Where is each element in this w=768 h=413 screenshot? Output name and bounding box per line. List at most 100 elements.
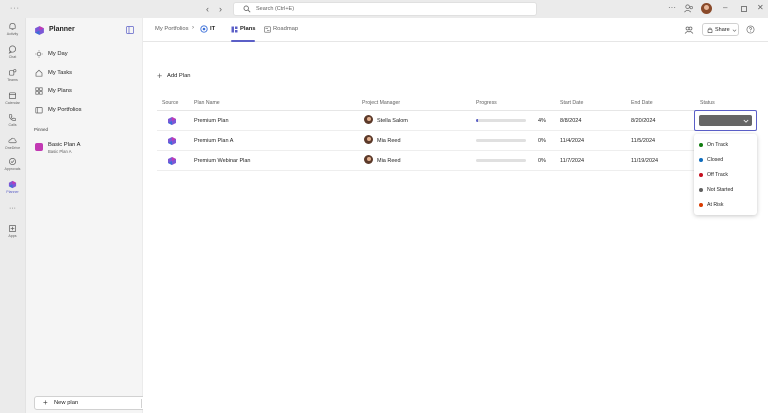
- plan-name[interactable]: Premium Plan: [194, 118, 229, 124]
- planner-logo-icon: [35, 26, 44, 35]
- progress-fill: [476, 119, 478, 122]
- status-option-at-risk[interactable]: At Risk: [694, 198, 757, 212]
- new-plan-label: New plan: [54, 400, 79, 406]
- progress-bar: [476, 139, 526, 142]
- rail-label: Apps: [8, 234, 17, 238]
- end-date: 11/19/2024: [631, 158, 659, 164]
- planner-source-icon: [168, 157, 176, 165]
- sidebar-item-my-tasks[interactable]: My Tasks: [34, 66, 138, 80]
- avatar: [364, 155, 373, 164]
- search-icon: [243, 5, 251, 13]
- sidebar-item-my-plans[interactable]: My Plans: [34, 84, 138, 98]
- help-icon[interactable]: [746, 25, 755, 34]
- tab-roadmap[interactable]: Roadmap: [264, 25, 300, 42]
- sun-icon: [35, 50, 43, 58]
- breadcrumb-my-portfolios[interactable]: My Portfolios: [155, 26, 189, 32]
- rail-item-calendar[interactable]: Calendar: [0, 91, 25, 105]
- rail-label: Chat: [8, 55, 17, 59]
- chevron-down-icon: [743, 119, 749, 123]
- back-icon[interactable]: ‹: [206, 4, 209, 14]
- start-date: 11/4/2024: [560, 138, 585, 144]
- status-dot: [699, 188, 703, 192]
- more-icon: ···: [9, 205, 16, 212]
- roadmap-icon: [264, 26, 271, 33]
- people-icon[interactable]: [684, 4, 693, 13]
- share-button[interactable]: Share: [702, 23, 739, 36]
- rail-item-planner[interactable]: Planner: [0, 180, 25, 194]
- status-option-off-track[interactable]: Off Track: [694, 168, 757, 182]
- more-options-icon[interactable]: ···: [668, 3, 676, 12]
- table-row[interactable]: Premium Webinar Plan Mia Reed 0% 11/7/20…: [157, 151, 757, 171]
- rail-item-teams[interactable]: Teams: [0, 68, 25, 82]
- status-selected-value[interactable]: [699, 115, 752, 126]
- rail-label: Calendar: [5, 101, 20, 105]
- table-row[interactable]: Premium Plan A Mia Reed 0% 11/4/2024 11/…: [157, 131, 757, 151]
- search-placeholder: Search (Ctrl+E): [256, 6, 295, 12]
- new-plan-button[interactable]: + New plan: [34, 396, 154, 410]
- plan-name[interactable]: Premium Webinar Plan: [194, 158, 250, 164]
- rail-item-apps[interactable]: Apps: [0, 224, 25, 238]
- status-select[interactable]: [694, 110, 757, 131]
- apps-icon: [8, 224, 17, 233]
- end-date: 8/20/2024: [631, 118, 656, 124]
- main-content: My Portfolios › IT Plans Roadmap Share +…: [143, 18, 768, 413]
- progress-bar: [476, 159, 526, 162]
- start-date: 11/7/2024: [560, 158, 585, 164]
- project-manager-name: Mia Reed: [377, 138, 401, 144]
- sidebar-item-my-portfolios[interactable]: My Portfolios: [34, 103, 138, 117]
- grid-icon: [231, 26, 238, 33]
- start-date: 8/8/2024: [560, 118, 582, 124]
- rail-item-approvals[interactable]: Approvals: [0, 157, 25, 171]
- column-header-progress: Progress: [476, 100, 497, 106]
- table-row[interactable]: Premium Plan Stella Salom 4% 8/8/2024 8/…: [157, 111, 757, 131]
- status-dropdown-menu: On Track Closed Off Track Not Started At…: [694, 134, 757, 215]
- progress-bar: [476, 119, 526, 122]
- planner-source-icon: [168, 137, 176, 145]
- planner-source-icon: [168, 117, 176, 125]
- more-icon[interactable]: ···: [10, 5, 20, 12]
- tab-plans[interactable]: Plans: [231, 25, 255, 42]
- planner-icon: [8, 180, 17, 189]
- pinned-plan-item[interactable]: Basic Plan A Basic Plan A: [34, 140, 138, 156]
- rail-item-onedrive[interactable]: OneDrive: [0, 136, 25, 150]
- sidebar-item-label: My Day: [48, 51, 68, 57]
- close-icon[interactable]: ✕: [757, 3, 764, 12]
- lock-icon: [707, 27, 713, 33]
- bell-icon: [9, 22, 16, 31]
- project-manager-name: Mia Reed: [377, 158, 401, 164]
- status-dot: [699, 158, 703, 162]
- status-option-not-started[interactable]: Not Started: [694, 183, 757, 197]
- status-option-label: Off Track: [707, 172, 728, 178]
- rail-more-button[interactable]: ···: [0, 205, 25, 212]
- maximize-icon[interactable]: [741, 6, 747, 12]
- chevron-down-icon: [732, 29, 737, 32]
- status-option-on-track[interactable]: On Track: [694, 138, 757, 152]
- rail-label: Calls: [8, 123, 17, 127]
- cloud-icon: [8, 137, 17, 144]
- page-header: My Portfolios › IT Plans Roadmap Share: [143, 18, 768, 42]
- sidebar-item-label: My Plans: [48, 88, 72, 94]
- people-settings-icon[interactable]: [684, 25, 694, 35]
- collapse-sidebar-icon[interactable]: [126, 26, 134, 34]
- approvals-icon: [8, 157, 17, 166]
- rail-item-activity[interactable]: Activity: [0, 22, 25, 36]
- rail-item-chat[interactable]: Chat: [0, 45, 25, 59]
- sidebar-item-my-day[interactable]: My Day: [34, 47, 138, 61]
- rail-item-calls[interactable]: Calls: [0, 113, 25, 127]
- user-avatar[interactable]: [701, 3, 712, 14]
- title-bar: ··· ‹ › Search (Ctrl+E) ··· – ✕: [0, 0, 768, 18]
- plan-name[interactable]: Premium Plan A: [194, 138, 233, 144]
- rail-label: Approvals: [4, 167, 21, 171]
- phone-icon: [8, 114, 16, 121]
- grid-icon: [35, 87, 43, 95]
- status-option-closed[interactable]: Closed: [694, 153, 757, 167]
- sidebar-item-label: My Tasks: [48, 70, 73, 76]
- forward-icon[interactable]: ›: [219, 4, 222, 14]
- plus-icon: +: [157, 71, 163, 81]
- pinned-heading: Pinned: [34, 127, 49, 132]
- minimize-icon[interactable]: –: [723, 3, 727, 12]
- search-input[interactable]: Search (Ctrl+E): [233, 2, 537, 16]
- status-option-label: On Track: [707, 142, 729, 148]
- column-header-plan-name: Plan Name: [194, 100, 220, 106]
- home-icon: [35, 69, 43, 77]
